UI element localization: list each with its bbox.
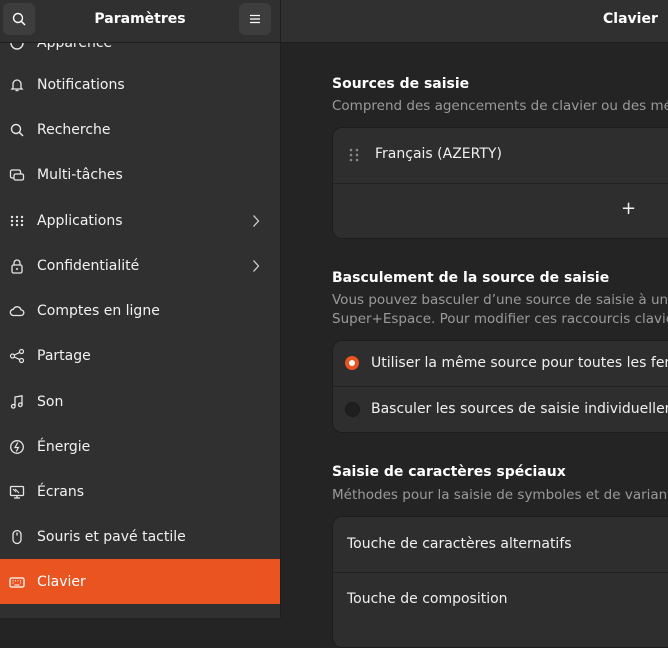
sidebar-item-label: Notifications <box>37 76 125 93</box>
input-sources-title: Sources de saisie <box>332 76 470 92</box>
sidebar-item-label: Son <box>37 393 64 410</box>
lock-icon <box>8 257 26 275</box>
input-source-label: Français (AZERTY) <box>375 146 502 162</box>
sidebar-item-ecrans[interactable]: Écrans <box>0 469 280 514</box>
sidebar-header: Paramètres <box>0 0 280 43</box>
sidebar-item-multi-taches[interactable]: Multi-tâches <box>0 152 280 197</box>
sidebar-item-label: Énergie <box>37 438 91 455</box>
sidebar-item-label: Clavier <box>37 573 86 590</box>
display-icon <box>8 483 26 501</box>
radio-option-per-window[interactable]: Basculer les sources de saisie individue… <box>333 387 668 432</box>
row-label: Touche de composition <box>347 591 508 607</box>
power-icon <box>8 438 26 456</box>
sidebar-item-label: Recherche <box>37 121 111 138</box>
sidebar-item-confidentialite[interactable]: Confidentialité <box>0 243 280 288</box>
sidebar-item-label: Comptes en ligne <box>37 302 160 319</box>
sidebar-item-label: Confidentialité <box>37 257 140 274</box>
sidebar-item-partage[interactable]: Partage <box>0 333 280 378</box>
mouse-icon <box>8 528 26 546</box>
sidebar-item-comptes-en-ligne[interactable]: Comptes en ligne <box>0 288 280 333</box>
radio-label: Basculer les sources de saisie individue… <box>371 401 668 417</box>
sidebar-item-label: Partage <box>37 347 91 364</box>
special-chars-card: Touche de caractères alternatifs Touche … <box>332 516 668 648</box>
alternate-chars-key-row[interactable]: Touche de caractères alternatifs <box>333 517 668 572</box>
radio-unselected[interactable] <box>345 402 360 417</box>
chevron-right-icon <box>252 213 264 229</box>
multitasking-icon <box>8 166 26 184</box>
keyboard-icon <box>8 573 26 591</box>
sidebar-item-notifications[interactable]: Notifications <box>0 62 280 107</box>
switching-description-line2: Super+Espace. Pour modifier ces raccourc… <box>332 311 668 327</box>
bell-icon <box>8 76 26 94</box>
input-source-row[interactable]: Français (AZERTY) <box>333 128 668 183</box>
switching-title: Basculement de la source de saisie <box>332 270 610 286</box>
sidebar: Apparence Notifications Recherche Multi-… <box>0 0 281 618</box>
share-icon <box>8 347 26 365</box>
page-title: Clavier <box>603 11 658 27</box>
chevron-right-icon <box>252 258 264 274</box>
music-note-icon <box>8 393 26 411</box>
search-icon <box>8 121 26 139</box>
sidebar-item-clavier[interactable]: Clavier <box>0 559 280 604</box>
radio-selected[interactable] <box>345 356 359 370</box>
add-input-source-button[interactable]: + <box>333 184 668 238</box>
switching-description-line1: Vous pouvez basculer d’une source de sai… <box>332 292 668 308</box>
content-header: Clavier <box>281 0 668 43</box>
menu-button[interactable] <box>239 3 271 35</box>
radio-option-same-source[interactable]: Utiliser la même source pour toutes les … <box>333 341 668 386</box>
compose-key-row[interactable]: Touche de composition <box>333 573 668 628</box>
input-sources-card: Français (AZERTY) + <box>332 127 668 239</box>
sidebar-title: Paramètres <box>94 11 186 27</box>
add-icon: + <box>621 198 637 219</box>
sidebar-item-recherche[interactable]: Recherche <box>0 107 280 152</box>
drag-handle-icon[interactable] <box>348 147 360 167</box>
sidebar-item-label: Applications <box>37 212 123 229</box>
radio-label: Utiliser la même source pour toutes les … <box>371 355 668 371</box>
sidebar-item-label: Écrans <box>37 483 85 500</box>
apps-grid-icon <box>8 212 26 230</box>
input-sources-description: Comprend des agencements de clavier ou d… <box>332 98 668 114</box>
hamburger-menu-icon <box>250 14 260 24</box>
sidebar-item-label: Souris et pavé tactile <box>37 528 186 545</box>
special-chars-description: Méthodes pour la saisie de symboles et d… <box>332 487 668 503</box>
sidebar-item-applications[interactable]: Applications <box>0 198 280 243</box>
switching-card: Utiliser la même source pour toutes les … <box>332 340 668 433</box>
cloud-icon <box>8 302 26 320</box>
sidebar-item-son[interactable]: Son <box>0 379 280 424</box>
sidebar-item-souris[interactable]: Souris et pavé tactile <box>0 514 280 559</box>
special-chars-title: Saisie de caractères spéciaux <box>332 464 566 480</box>
sidebar-item-energie[interactable]: Énergie <box>0 424 280 469</box>
row-label: Touche de caractères alternatifs <box>347 536 572 552</box>
sidebar-item-label: Multi-tâches <box>37 166 123 183</box>
